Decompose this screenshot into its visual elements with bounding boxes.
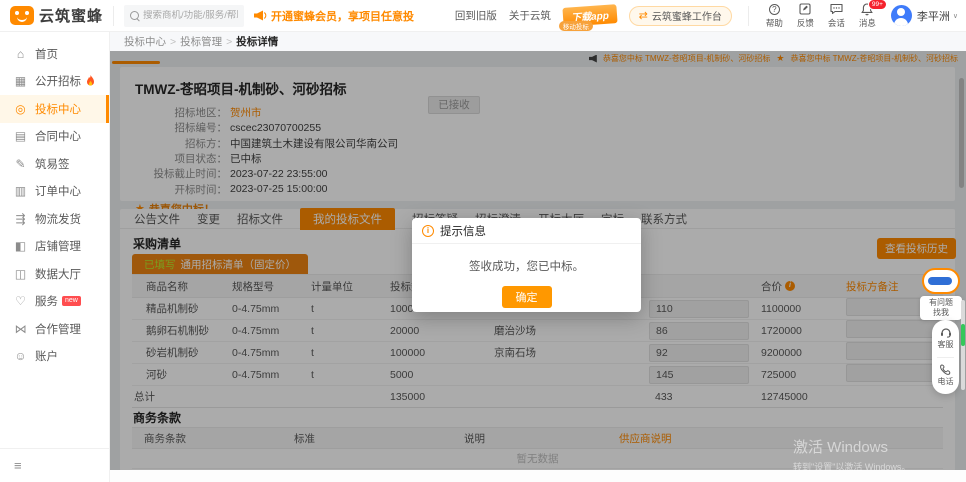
cooperation-icon: ⋈ <box>13 322 28 336</box>
contract-icon: ▤ <box>13 129 28 143</box>
sidebar-item-esign[interactable]: ✎ 筑易签 <box>0 150 109 178</box>
message-count-badge: 99+ <box>868 0 887 10</box>
tender-icon: ▦ <box>13 74 28 88</box>
customer-service-button[interactable]: 客服 <box>938 327 954 350</box>
mobile-bid-tag: 移动投标 <box>559 21 593 31</box>
header-divider <box>113 6 114 26</box>
service-icon: ♡ <box>13 294 28 308</box>
help-button[interactable]: ? 帮助 <box>761 3 788 29</box>
member-promo-link[interactable]: 开通蜜蜂会员，享项目任意投 <box>254 8 414 24</box>
order-icon: ▥ <box>13 184 28 198</box>
sidebar-item-contract-center[interactable]: ▤ 合同中心 <box>0 123 109 151</box>
logistics-icon: ⇶ <box>13 212 28 226</box>
message-button[interactable]: 99+ 消息 <box>854 3 881 29</box>
widget-scrollbar-thumb[interactable] <box>961 324 965 346</box>
old-version-link[interactable]: 回到旧版 <box>455 8 497 23</box>
modal-title: 提示信息 <box>440 223 486 239</box>
download-app-badge[interactable]: 下载app 移动投标 <box>563 6 617 25</box>
sidebar-nav: ⌂ 首页 ▦ 公开招标 ◎ 投标中心 ▤ 合同中心 ✎ 筑易签 ▥ <box>0 32 110 482</box>
assistant-mascot[interactable]: 有问题 找我 <box>920 268 962 320</box>
widget-divider <box>937 357 954 358</box>
phone-button[interactable]: 电话 <box>938 364 954 387</box>
app-root: 云筑蜜蜂 开通蜜蜂会员，享项目任意投 回到旧版 关于云筑 下载app 移动投标 … <box>0 0 966 482</box>
prompt-modal: i 提示信息 签收成功，您已中标。 确定 <box>412 218 641 312</box>
user-menu-caret-icon[interactable]: ∨ <box>953 12 958 20</box>
search-input[interactable] <box>143 10 238 21</box>
chat-label: 会话 <box>828 17 845 29</box>
feedback-label: 反馈 <box>797 17 814 29</box>
headset-icon <box>940 327 952 338</box>
confirm-button[interactable]: 确定 <box>502 286 552 308</box>
modal-header: i 提示信息 <box>412 218 641 244</box>
global-search[interactable] <box>124 5 244 27</box>
top-header: 云筑蜜蜂 开通蜜蜂会员，享项目任意投 回到旧版 关于云筑 下载app 移动投标 … <box>0 0 966 32</box>
modal-message: 签收成功，您已中标。 <box>412 244 641 274</box>
data-hall-icon: ◫ <box>13 267 28 281</box>
brand-logo[interactable]: 云筑蜜蜂 <box>10 5 103 26</box>
sidebar-item-public-tender[interactable]: ▦ 公开招标 <box>0 68 109 96</box>
user-avatar[interactable] <box>891 5 912 26</box>
brand-name: 云筑蜜蜂 <box>39 5 103 26</box>
user-name[interactable]: 李平洲 <box>917 8 950 24</box>
workbench-switch[interactable]: ⇄ 云筑蜜蜂工作台 <box>629 6 732 26</box>
breadcrumb: 投标中心 > 投标管理 > 投标详情 <box>110 32 966 51</box>
sidebar-item-bid-center[interactable]: ◎ 投标中心 <box>0 95 109 123</box>
chat-button[interactable]: 会话 <box>823 3 850 29</box>
bee-robot-logo-icon <box>10 6 34 25</box>
sidebar-item-shop[interactable]: ◧ 店铺管理 <box>0 233 109 261</box>
sidebar-item-logistics[interactable]: ⇶ 物流发货 <box>0 205 109 233</box>
home-icon: ⌂ <box>13 47 28 61</box>
sidebar-footer: ≡ <box>0 448 109 482</box>
esign-icon: ✎ <box>13 157 28 171</box>
sidebar-item-account[interactable]: ☺ 账户 <box>0 343 109 371</box>
search-icon <box>130 11 139 20</box>
new-badge: new <box>62 296 81 306</box>
info-icon: i <box>422 225 434 237</box>
message-label: 消息 <box>859 17 876 29</box>
hot-flame-icon <box>86 75 95 87</box>
shop-icon: ◧ <box>13 239 28 253</box>
widget-scrollbar[interactable] <box>961 300 965 390</box>
bid-center-icon: ◎ <box>13 102 28 116</box>
breadcrumb-item[interactable]: 投标中心 <box>124 34 166 49</box>
header-divider <box>748 6 749 26</box>
account-icon: ☺ <box>13 349 28 363</box>
help-icon: ? <box>769 4 780 15</box>
sidebar-item-order-center[interactable]: ▥ 订单中心 <box>0 178 109 206</box>
chat-icon <box>830 3 843 16</box>
breadcrumb-item[interactable]: 投标管理 <box>180 34 222 49</box>
sidebar-item-home[interactable]: ⌂ 首页 <box>0 40 109 68</box>
swap-icon: ⇄ <box>639 9 648 22</box>
sidebar-item-data-hall[interactable]: ◫ 数据大厅 <box>0 260 109 288</box>
workbench-label: 云筑蜜蜂工作台 <box>652 8 722 23</box>
sidebar-item-cooperation[interactable]: ⋈ 合作管理 <box>0 315 109 343</box>
contact-widget: 客服 电话 <box>932 320 959 394</box>
megaphone-icon <box>254 10 267 21</box>
sidebar-item-service[interactable]: ♡ 服务 new <box>0 288 109 316</box>
mascot-robot-icon <box>922 268 960 294</box>
collapse-sidebar-icon[interactable]: ≡ <box>14 458 22 473</box>
phone-icon <box>940 364 951 375</box>
member-promo-text: 开通蜜蜂会员，享项目任意投 <box>271 8 414 24</box>
bottom-strip <box>110 470 966 482</box>
feedback-button[interactable]: 反馈 <box>792 3 819 29</box>
breadcrumb-current: 投标详情 <box>236 34 278 49</box>
help-label: 帮助 <box>766 17 783 29</box>
about-link[interactable]: 关于云筑 <box>509 8 551 23</box>
feedback-icon <box>799 3 811 16</box>
